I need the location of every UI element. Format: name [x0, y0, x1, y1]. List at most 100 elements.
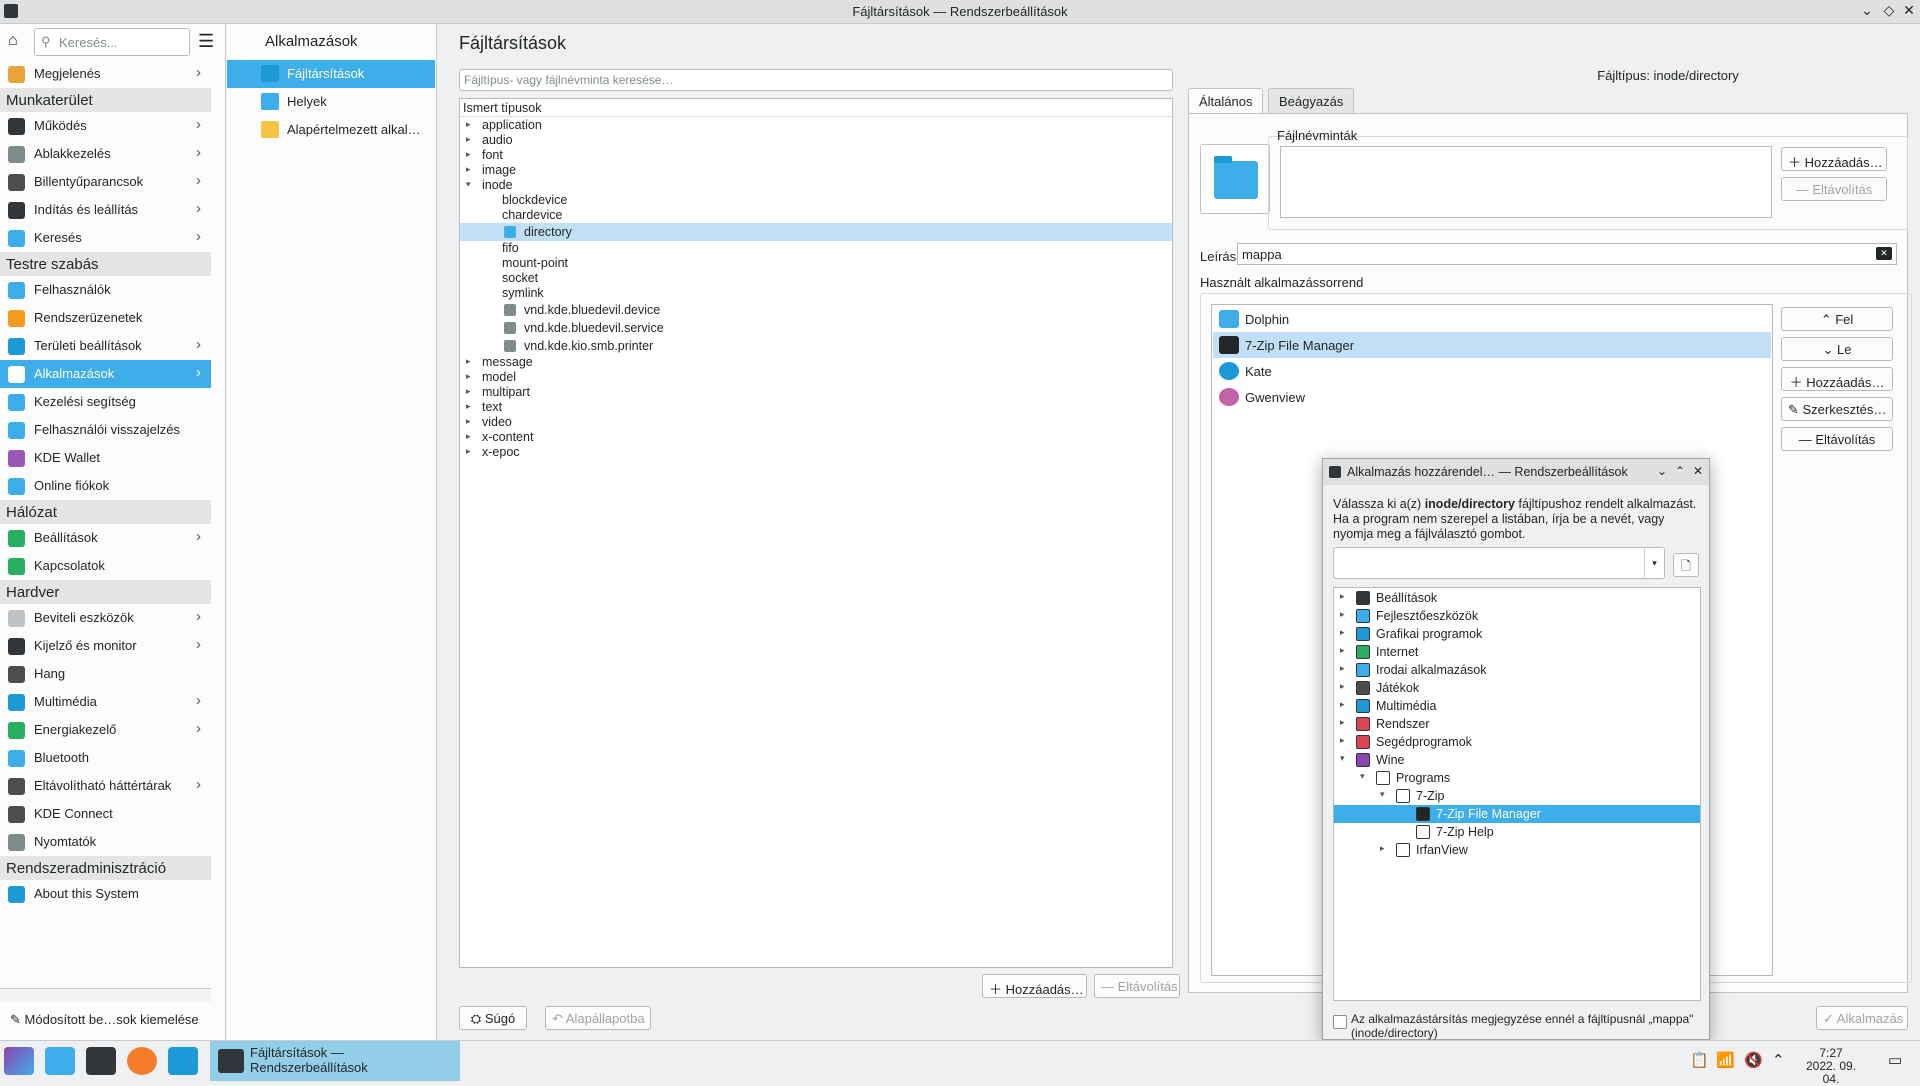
file-browse-button[interactable]: 🗋	[1673, 553, 1699, 577]
hamburger-menu-icon[interactable]: ☰	[198, 31, 214, 52]
application-combobox[interactable]: ▾	[1333, 547, 1665, 579]
tab-general[interactable]: Általános	[1188, 88, 1264, 115]
close-icon[interactable]: ✕	[1900, 2, 1918, 19]
sidebar-item[interactable]: Rendszerüzenetek	[0, 304, 211, 332]
collapsed-arrow-icon[interactable]: ▸	[1380, 843, 1385, 854]
application-tree[interactable]: ▸ Beállítások ▸ Fejlesztőeszközök ▸ Grafikai …	[1333, 587, 1701, 1001]
sidebar-search-input[interactable]: ⚲ Keresés...	[34, 28, 190, 56]
chevron-down-icon[interactable]: ▾	[1644, 548, 1664, 578]
collapsed-arrow-icon[interactable]: ▸	[466, 416, 471, 427]
app-order-item[interactable]: Gwenview	[1213, 384, 1771, 410]
vivaldi-launcher-icon[interactable]	[168, 1047, 198, 1075]
subcategory-item[interactable]: Alapértelmezett alkal…	[227, 116, 435, 144]
sidebar-item[interactable]: Megjelenés ›	[0, 60, 211, 88]
edit-app-button[interactable]: ✎ Szerkesztés…	[1781, 397, 1893, 421]
tree-row[interactable]: ▸ multipart	[460, 385, 1172, 400]
remove-pattern-button[interactable]: — Eltávolítás	[1781, 177, 1887, 201]
sidebar-item[interactable]: Eltávolítható háttértárak ›	[0, 772, 211, 800]
subcategory-item[interactable]: Helyek	[227, 88, 435, 116]
app-order-item[interactable]: Dolphin	[1213, 306, 1771, 332]
apply-button[interactable]: ✓ Alkalmazás	[1816, 1006, 1908, 1030]
add-pattern-button[interactable]: ＋ Hozzáadás…	[1781, 147, 1887, 171]
tray-expand-icon[interactable]: ⌃	[1772, 1051, 1785, 1069]
tree-row[interactable]: ▸ message	[460, 355, 1172, 370]
app-tree-row[interactable]: ▸ Fejlesztőeszközök	[1334, 607, 1700, 625]
sidebar-item[interactable]: Bluetooth	[0, 744, 211, 772]
sidebar-item[interactable]: Területi beállítások ›	[0, 332, 211, 360]
filetype-icon-button[interactable]	[1200, 144, 1270, 214]
description-input[interactable]: mappa ✕	[1237, 243, 1897, 265]
clear-text-icon[interactable]: ✕	[1876, 247, 1892, 260]
sidebar-item[interactable]: Felhasználók	[0, 276, 211, 304]
move-down-button[interactable]: ⌄ Le	[1781, 337, 1893, 361]
tab-embedding[interactable]: Beágyazás	[1268, 88, 1355, 114]
sidebar-item[interactable]: Online fiókok	[0, 472, 211, 500]
sidebar-item[interactable]: Beállítások ›	[0, 524, 211, 552]
expanded-arrow-icon[interactable]: ▾	[466, 179, 471, 190]
sidebar-item[interactable]: Kijelző és monitor ›	[0, 632, 211, 660]
collapsed-arrow-icon[interactable]: ▸	[466, 431, 471, 442]
task-system-settings[interactable]: Fájltársítások — Rendszerbeállítások	[210, 1041, 460, 1081]
collapsed-arrow-icon[interactable]: ▸	[1340, 627, 1345, 638]
firefox-launcher-icon[interactable]	[127, 1047, 157, 1075]
tree-row[interactable]: ▸ x-content	[460, 430, 1172, 445]
collapsed-arrow-icon[interactable]: ▸	[466, 401, 471, 412]
sidebar-horizontal-scrollbar[interactable]	[0, 988, 211, 1002]
collapsed-arrow-icon[interactable]: ▸	[1340, 717, 1345, 728]
expanded-arrow-icon[interactable]: ▾	[1360, 771, 1365, 782]
tree-row[interactable]: ▸ application	[460, 118, 1172, 133]
app-tree-row[interactable]: ▸ Segédprogramok	[1334, 733, 1700, 751]
app-tree-row[interactable]: ▾ 7-Zip	[1334, 787, 1700, 805]
sidebar-item[interactable]: Kezelési segítség	[0, 388, 211, 416]
collapsed-arrow-icon[interactable]: ▸	[1340, 663, 1345, 674]
app-tree-row[interactable]: ▸ Rendszer	[1334, 715, 1700, 733]
expanded-arrow-icon[interactable]: ▾	[1340, 753, 1345, 764]
remember-association-checkbox[interactable]	[1333, 1015, 1347, 1029]
tree-row[interactable]: ▸ audio	[460, 133, 1172, 148]
show-desktop-icon[interactable]: ▭	[1888, 1051, 1902, 1069]
collapsed-arrow-icon[interactable]: ▸	[466, 356, 471, 367]
app-tree-row[interactable]: ▸ Játékok	[1334, 679, 1700, 697]
app-tree-row[interactable]: ▸ IrfanView	[1334, 841, 1700, 859]
add-filetype-button[interactable]: ＋ Hozzáadás…	[982, 974, 1087, 998]
filetype-search-input[interactable]: Fájltípus- vagy fájlnévminta keresése…	[459, 69, 1173, 91]
sidebar-item[interactable]: Alkalmazások ›	[0, 360, 211, 388]
tree-row[interactable]: directory	[460, 223, 1172, 241]
collapsed-arrow-icon[interactable]: ▸	[466, 446, 471, 457]
collapsed-arrow-icon[interactable]: ▸	[466, 119, 471, 130]
sidebar-item[interactable]: KDE Connect	[0, 800, 211, 828]
reset-button[interactable]: ↶ Alapállapotba	[545, 1006, 651, 1030]
maximize-icon[interactable]: ◇	[1880, 2, 1898, 19]
tree-row[interactable]: fifo	[460, 241, 1172, 256]
sidebar-item[interactable]: Ablakkezelés ›	[0, 140, 211, 168]
remove-filetype-button[interactable]: — Eltávolítás	[1094, 974, 1180, 998]
dialog-maximize-icon[interactable]: ⌃	[1675, 464, 1685, 478]
app-order-item[interactable]: Kate	[1213, 358, 1771, 384]
tree-row[interactable]: vnd.kde.bluedevil.service	[460, 319, 1172, 337]
clock[interactable]: 7:27 2022. 09. 04.	[1800, 1047, 1862, 1086]
app-tree-row[interactable]: ▸ Grafikai programok	[1334, 625, 1700, 643]
sidebar-item[interactable]: Hang	[0, 660, 211, 688]
dolphin-launcher-icon[interactable]	[45, 1047, 75, 1075]
tree-row[interactable]: socket	[460, 271, 1172, 286]
tree-row[interactable]: ▸ video	[460, 415, 1172, 430]
tree-row[interactable]: mount-point	[460, 256, 1172, 271]
collapsed-arrow-icon[interactable]: ▸	[1340, 699, 1345, 710]
tree-row[interactable]: symlink	[460, 286, 1172, 301]
sidebar-item[interactable]: Beviteli eszközök ›	[0, 604, 211, 632]
known-types-tree[interactable]: Ismert típusok ▸ application ▸ audio ▸ font ▸ i…	[459, 98, 1173, 968]
move-up-button[interactable]: ⌃ Fel	[1781, 307, 1893, 331]
app-order-item[interactable]: 7-Zip File Manager	[1213, 332, 1771, 358]
tree-row[interactable]: blockdevice	[460, 193, 1172, 208]
dialog-close-icon[interactable]: ✕	[1693, 464, 1703, 478]
sidebar-item[interactable]: Nyomtatók	[0, 828, 211, 856]
collapsed-arrow-icon[interactable]: ▸	[466, 134, 471, 145]
sidebar-item[interactable]: Indítás és leállítás ›	[0, 196, 211, 224]
subcategory-item[interactable]: Fájltársítások	[227, 60, 435, 88]
sidebar-item[interactable]: Keresés ›	[0, 224, 211, 252]
tree-row[interactable]: ▾ inode	[460, 178, 1172, 193]
app-tree-row[interactable]: ▸ Irodai alkalmazások	[1334, 661, 1700, 679]
tree-row[interactable]: chardevice	[460, 208, 1172, 223]
tree-row[interactable]: ▸ text	[460, 400, 1172, 415]
dialog-minimize-icon[interactable]: ⌄	[1657, 464, 1667, 478]
